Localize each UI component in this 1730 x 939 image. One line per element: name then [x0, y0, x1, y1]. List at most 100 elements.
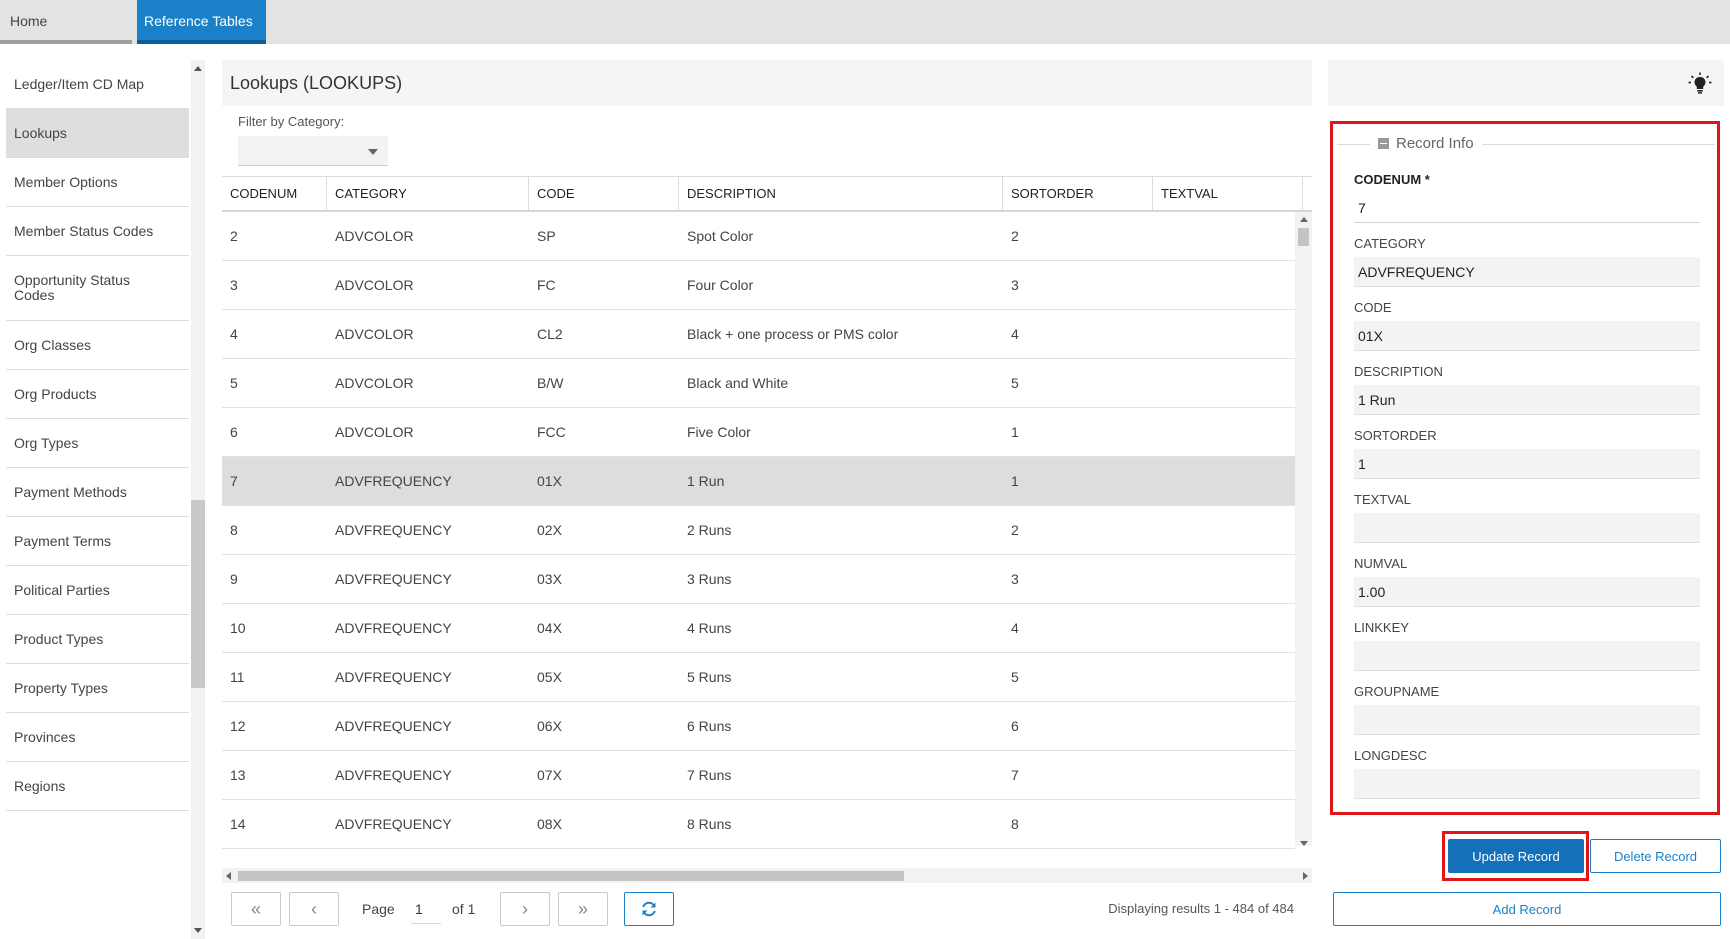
sidebar-item-provinces[interactable]: Provinces — [6, 713, 189, 762]
column-header-codenum[interactable]: CODENUM — [222, 177, 327, 211]
textval-field[interactable] — [1354, 513, 1700, 543]
cell-codenum: 5 — [230, 375, 238, 391]
table-row[interactable]: 11 ADVFREQUENCY 05X 5 Runs 5 — [222, 653, 1295, 702]
sidebar-item-org-classes[interactable]: Org Classes — [6, 321, 189, 370]
next-page-icon: › — [522, 898, 528, 919]
sidebar-nav: Ledger/Item CD Map Lookups Member Option… — [6, 60, 189, 939]
sidebar-item-member-options[interactable]: Member Options — [6, 158, 189, 207]
table-row[interactable]: 5 ADVCOLOR B/W Black and White 5 — [222, 359, 1295, 408]
table-row[interactable]: 13 ADVFREQUENCY 07X 7 Runs 7 — [222, 751, 1295, 800]
table-row[interactable]: 9 ADVFREQUENCY 03X 3 Runs 3 — [222, 555, 1295, 604]
cell-code: SP — [537, 228, 556, 244]
column-header-next[interactable]: I — [1303, 177, 1312, 211]
sidebar-item-property-types[interactable]: Property Types — [6, 664, 189, 713]
top-tab-bar: Home Reference Tables — [0, 0, 1730, 44]
sidebar-item-product-types[interactable]: Product Types — [6, 615, 189, 664]
next-page-button[interactable]: › — [500, 892, 550, 926]
lightbulb-icon[interactable] — [1688, 72, 1712, 96]
numval-field[interactable]: 1.00 — [1354, 577, 1700, 607]
last-page-button[interactable]: » — [558, 892, 608, 926]
prev-page-icon: ‹ — [311, 898, 317, 919]
field-label-sortorder: SORTORDER — [1354, 428, 1437, 443]
sidebar-item-org-types[interactable]: Org Types — [6, 419, 189, 468]
code-field[interactable]: 01X — [1354, 321, 1700, 351]
help-bar — [1328, 60, 1724, 106]
sidebar-item-regions[interactable]: Regions — [6, 762, 189, 811]
sidebar-scrollbar[interactable] — [191, 60, 205, 939]
cell-code: FCC — [537, 424, 566, 440]
scroll-down-icon[interactable] — [1300, 841, 1308, 846]
cell-textval — [1153, 261, 1161, 310]
category-field[interactable]: ADVFREQUENCY — [1354, 257, 1700, 287]
cell-textval — [1153, 751, 1161, 800]
sidebar-item-payment-terms[interactable]: Payment Terms — [6, 517, 189, 566]
grid-hscroll-thumb[interactable] — [238, 871, 904, 881]
cell-code: 01X — [537, 473, 562, 489]
groupname-field[interactable] — [1354, 705, 1700, 735]
sidebar-item-ledger-item-cd-map[interactable]: Ledger/Item CD Map — [6, 60, 189, 109]
table-row[interactable]: 12 ADVFREQUENCY 06X 6 Runs 6 — [222, 702, 1295, 751]
table-row[interactable]: 7 ADVFREQUENCY 01X 1 Run 1 — [222, 457, 1295, 506]
table-row[interactable]: 10 ADVFREQUENCY 04X 4 Runs 4 — [222, 604, 1295, 653]
last-page-icon: » — [577, 898, 588, 919]
table-row[interactable]: 6 ADVCOLOR FCC Five Color 1 — [222, 408, 1295, 457]
field-label-linkkey: LINKKEY — [1354, 620, 1409, 635]
sortorder-field[interactable]: 1 — [1354, 449, 1700, 479]
tab-reference-tables[interactable]: Reference Tables — [137, 0, 266, 44]
update-record-button[interactable]: Update Record — [1448, 839, 1584, 873]
scroll-down-icon[interactable] — [194, 928, 202, 933]
sidebar-item-payment-methods[interactable]: Payment Methods — [6, 468, 189, 517]
grid-vscroll-thumb[interactable] — [1298, 228, 1309, 246]
delete-record-button[interactable]: Delete Record — [1590, 839, 1721, 873]
cell-textval — [1153, 359, 1161, 408]
table-row[interactable]: 3 ADVCOLOR FC Four Color 3 — [222, 261, 1295, 310]
refresh-icon — [642, 901, 656, 917]
grid-horizontal-scrollbar[interactable] — [222, 868, 1312, 883]
description-field[interactable]: 1 Run — [1354, 385, 1700, 415]
field-label-textval: TEXTVAL — [1354, 492, 1411, 507]
cell-description: 1 Run — [687, 473, 725, 489]
linkkey-field[interactable] — [1354, 641, 1700, 671]
table-row[interactable]: 2 ADVCOLOR SP Spot Color 2 — [222, 212, 1295, 261]
scroll-up-icon[interactable] — [1300, 217, 1308, 222]
refresh-button[interactable] — [624, 892, 674, 926]
column-header-textval[interactable]: TEXTVAL — [1153, 177, 1303, 211]
scroll-right-icon[interactable] — [1303, 872, 1308, 880]
collapse-icon[interactable] — [1378, 138, 1389, 149]
cell-sortorder: 2 — [1011, 228, 1019, 244]
longdesc-field[interactable] — [1354, 769, 1700, 799]
scroll-left-icon[interactable] — [226, 872, 231, 880]
prev-page-button[interactable]: ‹ — [289, 892, 339, 926]
record-info-legend[interactable]: Record Info — [1370, 135, 1482, 152]
table-row[interactable]: 8 ADVFREQUENCY 02X 2 Runs 2 — [222, 506, 1295, 555]
column-header-category[interactable]: CATEGORY — [327, 177, 529, 211]
cell-code: 02X — [537, 522, 562, 538]
add-record-button[interactable]: Add Record — [1333, 892, 1721, 926]
tab-home[interactable]: Home — [0, 0, 132, 44]
first-page-button[interactable]: « — [231, 892, 281, 926]
sidebar-item-lookups[interactable]: Lookups — [6, 109, 189, 158]
cell-sortorder: 2 — [1011, 522, 1019, 538]
table-row[interactable]: 14 ADVFREQUENCY 08X 8 Runs 8 — [222, 800, 1295, 849]
codenum-field[interactable]: 7 — [1354, 193, 1700, 223]
column-header-code[interactable]: CODE — [529, 177, 679, 211]
cell-category: ADVFREQUENCY — [335, 522, 452, 538]
page-number-input[interactable]: 1 — [411, 894, 441, 924]
sidebar-item-opportunity-status-codes[interactable]: Opportunity Status Codes — [6, 256, 189, 321]
sidebar-item-political-parties[interactable]: Political Parties — [6, 566, 189, 615]
column-header-sortorder[interactable]: SORTORDER — [1003, 177, 1153, 211]
sidebar-scroll-thumb[interactable] — [191, 500, 205, 688]
filter-category-select[interactable] — [238, 136, 388, 166]
filter-label: Filter by Category: — [238, 114, 345, 129]
cell-textval — [1153, 555, 1161, 604]
cell-textval — [1153, 702, 1161, 751]
sidebar-item-org-products[interactable]: Org Products — [6, 370, 189, 419]
grid-vertical-scrollbar[interactable] — [1295, 212, 1312, 846]
sidebar-item-member-status-codes[interactable]: Member Status Codes — [6, 207, 189, 256]
scroll-up-icon[interactable] — [194, 66, 202, 71]
cell-sortorder: 1 — [1011, 424, 1019, 440]
cell-codenum: 6 — [230, 424, 238, 440]
column-header-description[interactable]: DESCRIPTION — [679, 177, 1003, 211]
table-row[interactable]: 4 ADVCOLOR CL2 Black + one process or PMS c… — [222, 310, 1295, 359]
page-count-label: of 1 — [452, 901, 476, 917]
